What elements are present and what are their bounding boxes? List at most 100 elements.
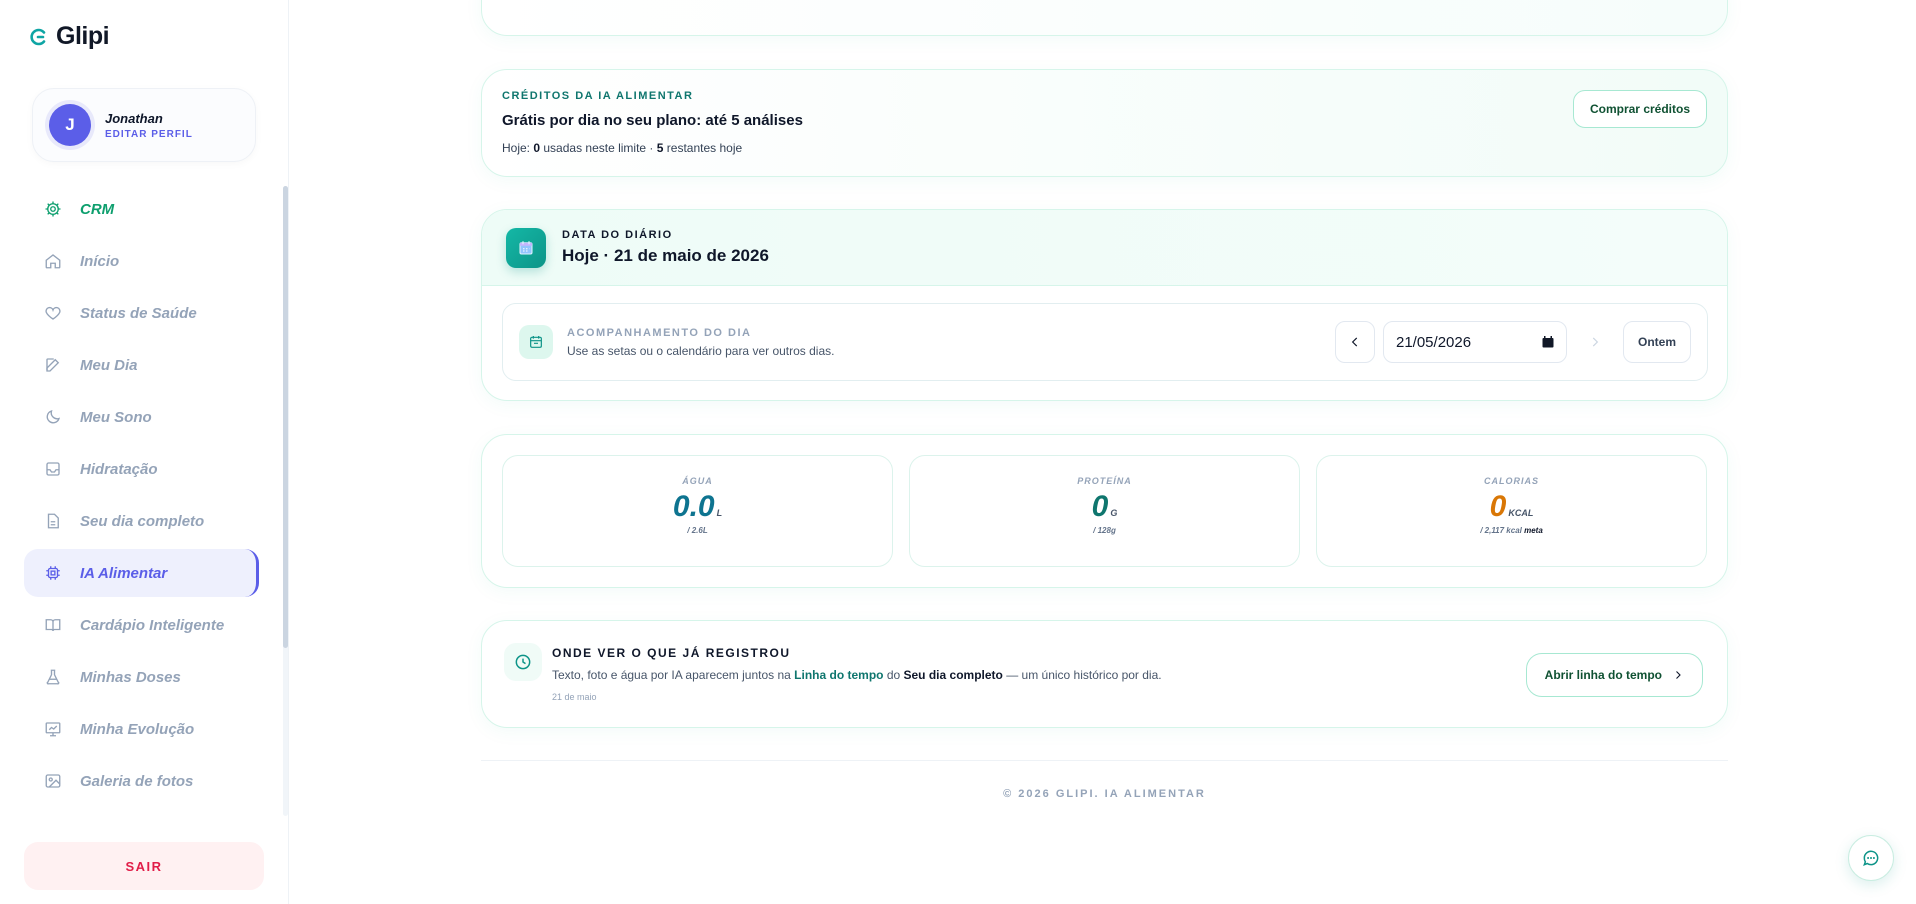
sidebar-item-label: CRM (80, 200, 115, 218)
sidebar-item-hidratacao[interactable]: Hidratação (24, 445, 259, 493)
diary-overline: DATA DO DIÁRIO (562, 229, 673, 241)
metric-goal: / 128g (1093, 526, 1116, 535)
metric-value-row: 0 KCAL (1317, 490, 1706, 524)
heart-icon (45, 306, 61, 320)
sidebar-item-label: Seu dia completo (80, 512, 205, 530)
credits-overline: CRÉDITOS DA IA ALIMENTAR (502, 90, 694, 102)
sidebar-item-cardapio[interactable]: Cardápio Inteligente (24, 601, 259, 649)
credits-remaining-suffix: restantes hoje (663, 141, 743, 155)
sidebar-item-label: Status de Saúde (80, 304, 197, 322)
sidebar-item-label: Hidratação (80, 460, 158, 478)
diary-date-card: DATA DO DIÁRIO Hoje · 21 de maio de 2026… (481, 209, 1728, 401)
history-desc-a: Texto, foto e água por IA aparecem junto… (552, 668, 795, 682)
buy-credits-button[interactable]: Comprar créditos (1572, 90, 1707, 128)
date-value: 21/05/2026 (1395, 333, 1472, 351)
tracking-overline: ACOMPANHAMENTO DO DIA (567, 326, 752, 339)
metric-goal-tag: meta (1524, 526, 1543, 535)
sidebar-item-status-saude[interactable]: Status de Saúde (24, 289, 259, 337)
sidebar-item-minhas-doses[interactable]: Minhas Doses (24, 653, 259, 701)
metric-value: 0 (1091, 490, 1109, 523)
date-input[interactable]: 21/05/2026 (1382, 321, 1567, 363)
gear-icon (45, 201, 61, 217)
next-day-button[interactable] (1574, 321, 1615, 363)
sidebar-scrollbar-thumb[interactable] (283, 186, 288, 648)
metric-value: 0 (1489, 490, 1507, 523)
chat-icon (1863, 850, 1879, 866)
profile-card[interactable]: J Jonathan EDITAR PERFIL (32, 88, 256, 162)
timeline-link[interactable]: Linha do tempo (794, 668, 883, 682)
metric-unit: G (1110, 508, 1118, 518)
previous-day-button[interactable] (1334, 321, 1375, 363)
edit-profile-link[interactable]: EDITAR PERFIL (105, 129, 193, 140)
history-description: Texto, foto e água por IA aparecem junto… (552, 668, 1162, 682)
sidebar-item-inicio[interactable]: Início (24, 237, 259, 285)
credits-used-suffix: usadas neste limite · (540, 141, 657, 155)
credits-today-prefix: Hoje: (502, 141, 534, 155)
metric-unit: L (716, 508, 723, 518)
sidebar-nav: CRM Início Status de Saúde Meu Dia Meu S… (24, 185, 259, 809)
chevron-left-icon (1351, 337, 1358, 347)
moon-icon (46, 409, 61, 424)
full-day-link: Seu dia completo (903, 668, 1003, 682)
footer-copyright: © 2026 GLIPI. IA ALIMENTAR (1003, 788, 1206, 800)
calendar-icon (506, 227, 546, 268)
sidebar-item-meu-dia[interactable]: Meu Dia (24, 341, 259, 389)
sidebar-item-meu-sono[interactable]: Meu Sono (24, 393, 259, 441)
sidebar-item-label: Cardápio Inteligente (80, 616, 225, 634)
metric-calories: CALORIAS 0 KCAL / 2,117 kcal meta (1316, 455, 1707, 567)
inbox-icon (46, 462, 60, 476)
clock-icon (504, 643, 542, 681)
edit-icon (46, 358, 60, 372)
chevron-right-icon (1676, 671, 1681, 679)
sidebar-item-label: IA Alimentar (80, 564, 168, 582)
metric-label: CALORIAS (1484, 476, 1539, 486)
metric-goal-row: / 2,117 kcal meta (1317, 526, 1706, 535)
sidebar-item-seu-dia-completo[interactable]: Seu dia completo (24, 497, 259, 545)
metric-goal: / 2.6L (687, 526, 708, 535)
logo-icon (30, 28, 46, 45)
open-timeline-button[interactable]: Abrir linha do tempo (1525, 653, 1703, 697)
day-tracking-panel: ACOMPANHAMENTO DO DIA Use as setas ou o … (502, 303, 1708, 381)
diary-header: DATA DO DIÁRIO Hoje · 21 de maio de 2026 (482, 210, 1727, 286)
history-desc-c: — um único histórico por dia. (1002, 668, 1162, 682)
metric-goal: / 2,117 kcal (1480, 526, 1522, 535)
metric-value: 0.0 (672, 490, 715, 523)
image-icon (45, 774, 61, 788)
calendar-picker-icon[interactable] (1542, 336, 1554, 348)
history-title: ONDE VER O QUE JÁ REGISTROU (552, 646, 791, 660)
sidebar-item-galeria[interactable]: Galeria de fotos (24, 757, 259, 805)
home-icon (45, 254, 61, 269)
sidebar-item-label: Meu Sono (80, 408, 152, 426)
metric-value-row: 0.0 L (503, 490, 892, 524)
history-card: ONDE VER O QUE JÁ REGISTROU Texto, foto … (481, 620, 1728, 728)
app-logo[interactable]: Glipi (28, 22, 110, 51)
sidebar-item-label: Minhas Doses (80, 668, 181, 686)
avatar: J (49, 104, 91, 146)
metric-protein: PROTEÍNA 0G / 128g (909, 455, 1300, 567)
footer-divider (481, 760, 1728, 761)
chip-icon (46, 566, 60, 580)
profile-name: Jonathan (105, 110, 163, 126)
file-icon (47, 513, 59, 529)
previous-card (481, 0, 1728, 36)
sidebar-item-label: Minha Evolução (80, 720, 195, 738)
chart-icon (45, 722, 61, 737)
tracking-subtitle: Use as setas ou o calendário para ver ou… (567, 343, 835, 358)
sidebar-item-ia-alimentar[interactable]: IA Alimentar (24, 549, 259, 597)
flask-icon (46, 669, 60, 685)
logout-button[interactable]: SAIR (24, 842, 264, 890)
book-icon (45, 619, 61, 632)
metric-water: ÁGUA 0.0 L / 2.6L (502, 455, 893, 567)
history-date: 21 de maio (552, 692, 597, 702)
sidebar: Glipi J Jonathan EDITAR PERFIL CRM Iníci… (0, 0, 289, 904)
metric-value-row: 0G (910, 490, 1299, 524)
open-timeline-label: Abrir linha do tempo (1544, 668, 1662, 682)
metric-unit: KCAL (1508, 508, 1534, 518)
date-controls: 21/05/2026 Ontem (1334, 321, 1691, 363)
sidebar-item-minha-evolucao[interactable]: Minha Evolução (24, 705, 259, 753)
credits-card: CRÉDITOS DA IA ALIMENTAR Grátis por dia … (481, 69, 1728, 177)
yesterday-button[interactable]: Ontem (1622, 321, 1691, 363)
sidebar-item-crm[interactable]: CRM (24, 185, 259, 233)
calendar-small-icon (519, 325, 553, 359)
chat-button[interactable] (1848, 835, 1894, 881)
